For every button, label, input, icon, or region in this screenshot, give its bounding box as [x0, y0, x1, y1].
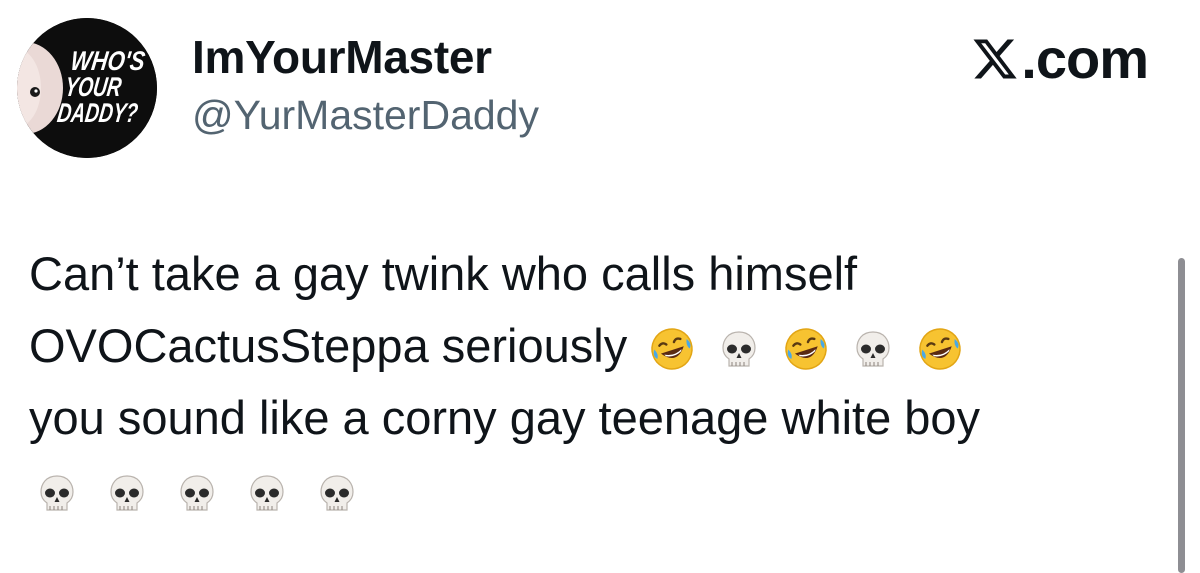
x-com-brand: .com [971, 26, 1149, 91]
user-handle[interactable]: @YurMasterDaddy [192, 92, 539, 139]
skull-emoji-icon [717, 328, 761, 372]
tweet-line-4-emojis [29, 454, 1149, 526]
rofl-emoji-icon [649, 326, 695, 372]
skull-emoji-icon [105, 472, 149, 516]
tweet-line-1: Can’t take a gay twink who calls himself [29, 247, 858, 300]
skull-emoji-icon [245, 472, 289, 516]
skull-emoji-icon [851, 328, 895, 372]
avatar-logo-word-3: DADDY? [56, 97, 141, 128]
skull-emoji-icon [175, 472, 219, 516]
tweet-text: Can’t take a gay twink who calls himself… [29, 238, 1149, 526]
whos-your-daddy-avatar-icon: WHO'S YOUR DADDY? [17, 18, 157, 158]
profile-avatar[interactable]: WHO'S YOUR DADDY? [17, 18, 157, 158]
rofl-emoji-icon [917, 326, 963, 372]
tweet-line-2-text: OVOCactusSteppa seriously [29, 319, 628, 372]
rofl-emoji-icon [783, 326, 829, 372]
x-logo-icon [973, 39, 1017, 78]
brand-domain-text: .com [1021, 27, 1149, 90]
skull-emoji-icon [315, 472, 359, 516]
tweet-line-3: you sound like a corny gay teenage white… [29, 391, 981, 444]
tweet-line-2: OVOCactusSteppa seriously [29, 310, 1149, 382]
display-name[interactable]: ImYourMaster [192, 30, 492, 84]
scrollbar[interactable] [1178, 258, 1185, 573]
tweet-screenshot: WHO'S YOUR DADDY? ImYourMaster @YurMaste… [0, 0, 1200, 573]
skull-emoji-icon [35, 472, 79, 516]
